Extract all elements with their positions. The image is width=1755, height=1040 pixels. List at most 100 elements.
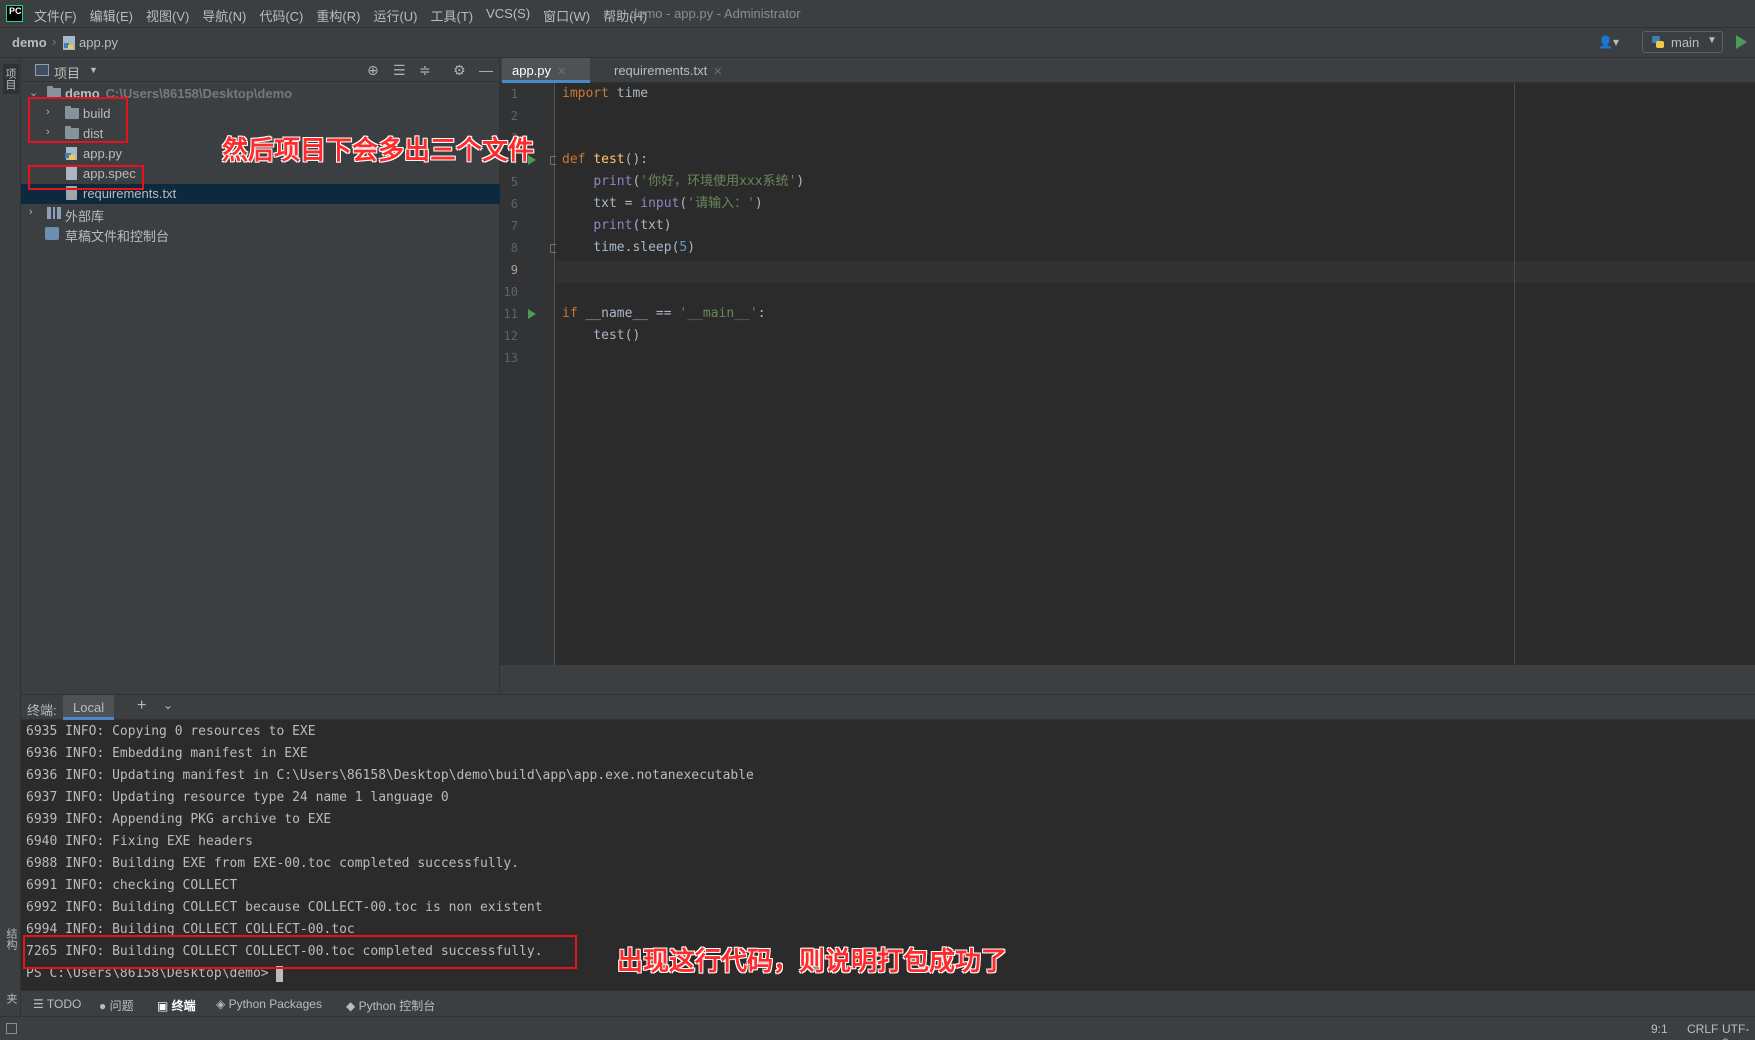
window-title: demo - app.py - Administrator [630,6,801,21]
terminal-tab[interactable]: ▣ 终端 [157,997,196,1014]
main-menu: 文件(F) 编辑(E) 视图(V) 导航(N) 代码(C) 重构(R) 运行(U… [34,6,660,25]
code-line-11: if __name__ == '__main__': [562,306,766,321]
breadcrumb-project[interactable]: demo [12,35,47,50]
menu-bar: PC 文件(F) 编辑(E) 视图(V) 导航(N) 代码(C) 重构(R) 运… [0,0,1755,28]
list-icon: ☰ [33,997,47,1011]
line-number: 5 [510,175,518,189]
close-icon[interactable]: ✕ [557,66,566,78]
menu-refactor[interactable]: 重构(R) [316,6,360,25]
menu-edit[interactable]: 编辑(E) [90,6,133,25]
terminal-line: 6991 INFO: checking COLLECT [26,878,238,893]
scratches-icon [45,227,59,240]
tab-requirements[interactable]: requirements.txt ✕ [600,58,740,83]
menu-run[interactable]: 运行(U) [373,6,417,25]
editor-tab-bar: app.py ✕ requirements.txt ✕ [500,58,1755,83]
breadcrumb-separator-icon: › [52,34,57,49]
run-config-selector[interactable]: main ▼ [1642,31,1723,53]
line-number: 7 [510,219,518,233]
run-icon[interactable] [1736,35,1747,49]
navigation-bar: demo › app.py 👤▾ main ▼ [0,28,1755,58]
line-number: 12 [503,329,518,343]
tree-item-external-libs[interactable]: › 外部库 [21,204,500,224]
chevron-right-icon[interactable]: › [29,206,33,218]
toggle-tool-windows-icon[interactable] [6,1023,17,1034]
current-line-highlight [556,261,1755,283]
code-line-12: test() [562,328,641,343]
code-editor[interactable]: import time def test(): print('你好，环境使用xx… [556,83,1755,665]
terminal-line: 6940 INFO: Fixing EXE headers [26,834,253,849]
minimize-icon[interactable]: — [479,62,493,78]
python-packages-tab[interactable]: ◈ Python Packages [216,997,322,1011]
code-line-4: def test(): [562,152,649,167]
python-file-icon [65,147,77,160]
project-panel-title[interactable]: 项目 [54,63,80,82]
run-config-label: main [1671,35,1700,50]
annotation-terminal-note: 出现这行代码，则说明打包成功了 [617,946,1008,976]
python-console-tab[interactable]: ◆ Python 控制台 [346,997,435,1014]
line-number: 9 [510,263,518,277]
chevron-down-icon[interactable]: ▼ [89,65,98,75]
highlight-box-app-spec [28,165,144,190]
menu-window[interactable]: 窗口(W) [543,6,590,25]
close-icon[interactable]: ✕ [713,66,722,78]
project-view-icon [35,64,49,76]
menu-tools[interactable]: 工具(T) [430,6,473,25]
run-gutter-icon[interactable] [528,309,536,319]
line-ending[interactable]: CRLF [1687,1022,1718,1036]
file-encoding[interactable]: UTF-8 [1722,1022,1755,1040]
terminal-icon: ▣ [157,999,172,1013]
python-icon [1652,36,1664,48]
terminal-header: 终端: Local + ⌄ [21,695,1755,720]
bottom-tool-bar: ☰ TODO ● 问题 ▣ 终端 ◈ Python Packages ◆ Pyt… [21,990,1755,1016]
tree-path: C:\Users\86158\Desktop\demo [105,86,293,101]
code-line-8: time.sleep(5) [562,240,696,255]
expand-all-icon[interactable]: ☰ [393,62,406,79]
line-number: 8 [510,241,518,255]
collapse-all-icon[interactable]: ≑ [419,62,431,79]
menu-navigate[interactable]: 导航(N) [202,6,246,25]
terminal-line: 6936 INFO: Embedding manifest in EXE [26,746,308,761]
tree-label: 外部库 [65,209,105,224]
highlight-box-build-dist [28,97,128,143]
menu-file[interactable]: 文件(F) [34,6,77,25]
terminal-line: 6992 INFO: Building COLLECT because COLL… [26,900,543,915]
pycharm-logo-icon: PC [6,5,23,22]
line-number: 13 [503,351,518,365]
line-number: 1 [510,87,518,101]
menu-code[interactable]: 代码(C) [259,6,303,25]
python-console-icon: ◆ [346,999,359,1013]
tab-app-py[interactable]: app.py ✕ [502,58,590,83]
stripe-project-tab[interactable]: 项目 [3,64,19,94]
code-line-5: print('你好，环境使用xxx系统') [593,174,805,189]
problems-tab[interactable]: ● 问题 [99,997,134,1014]
highlight-box-success-line [23,935,577,969]
project-panel-header: 项目 ▼ ⊕ ☰ ≑ ⚙ — [21,58,500,82]
gear-icon[interactable]: ⚙ [453,62,466,79]
user-icon[interactable]: 👤▾ [1598,35,1626,51]
code-line-1: import time [562,86,649,101]
terminal-title: 终端: [27,703,57,718]
chevron-down-icon: ▼ [1707,35,1717,46]
terminal-line: 6935 INFO: Copying 0 resources to EXE [26,724,316,739]
line-number: 11 [503,307,518,321]
chevron-down-icon[interactable]: ⌄ [163,698,173,712]
breadcrumb-file[interactable]: app.py [79,35,118,50]
menu-view[interactable]: 视图(V) [146,6,189,25]
right-margin-guide [1514,83,1515,665]
tree-item-scratches[interactable]: 草稿文件和控制台 [21,224,500,244]
terminal-tab-local[interactable]: Local [63,695,115,720]
problems-icon: ● [99,999,110,1013]
caret-position[interactable]: 9:1 [1651,1022,1668,1036]
stripe-structure-tab[interactable]: 结构 [3,928,19,950]
tab-label: app.py [512,63,552,78]
left-tool-stripe: 项目 结构 收藏夹 ★ [0,58,33,1040]
line-number: 2 [510,109,518,123]
line-number: 6 [510,197,518,211]
add-icon[interactable]: + [137,697,146,715]
terminal-line: 6937 INFO: Updating resource type 24 nam… [26,790,449,805]
locate-icon[interactable]: ⊕ [367,62,379,79]
terminal-line: 6939 INFO: Appending PKG archive to EXE [26,812,332,827]
todo-tab[interactable]: ☰ TODO [33,997,81,1011]
menu-vcs[interactable]: VCS(S) [486,6,530,25]
editor-gutter: 1 2 3 4 5 6 7 8 9 10 11 12 13 [500,83,558,665]
